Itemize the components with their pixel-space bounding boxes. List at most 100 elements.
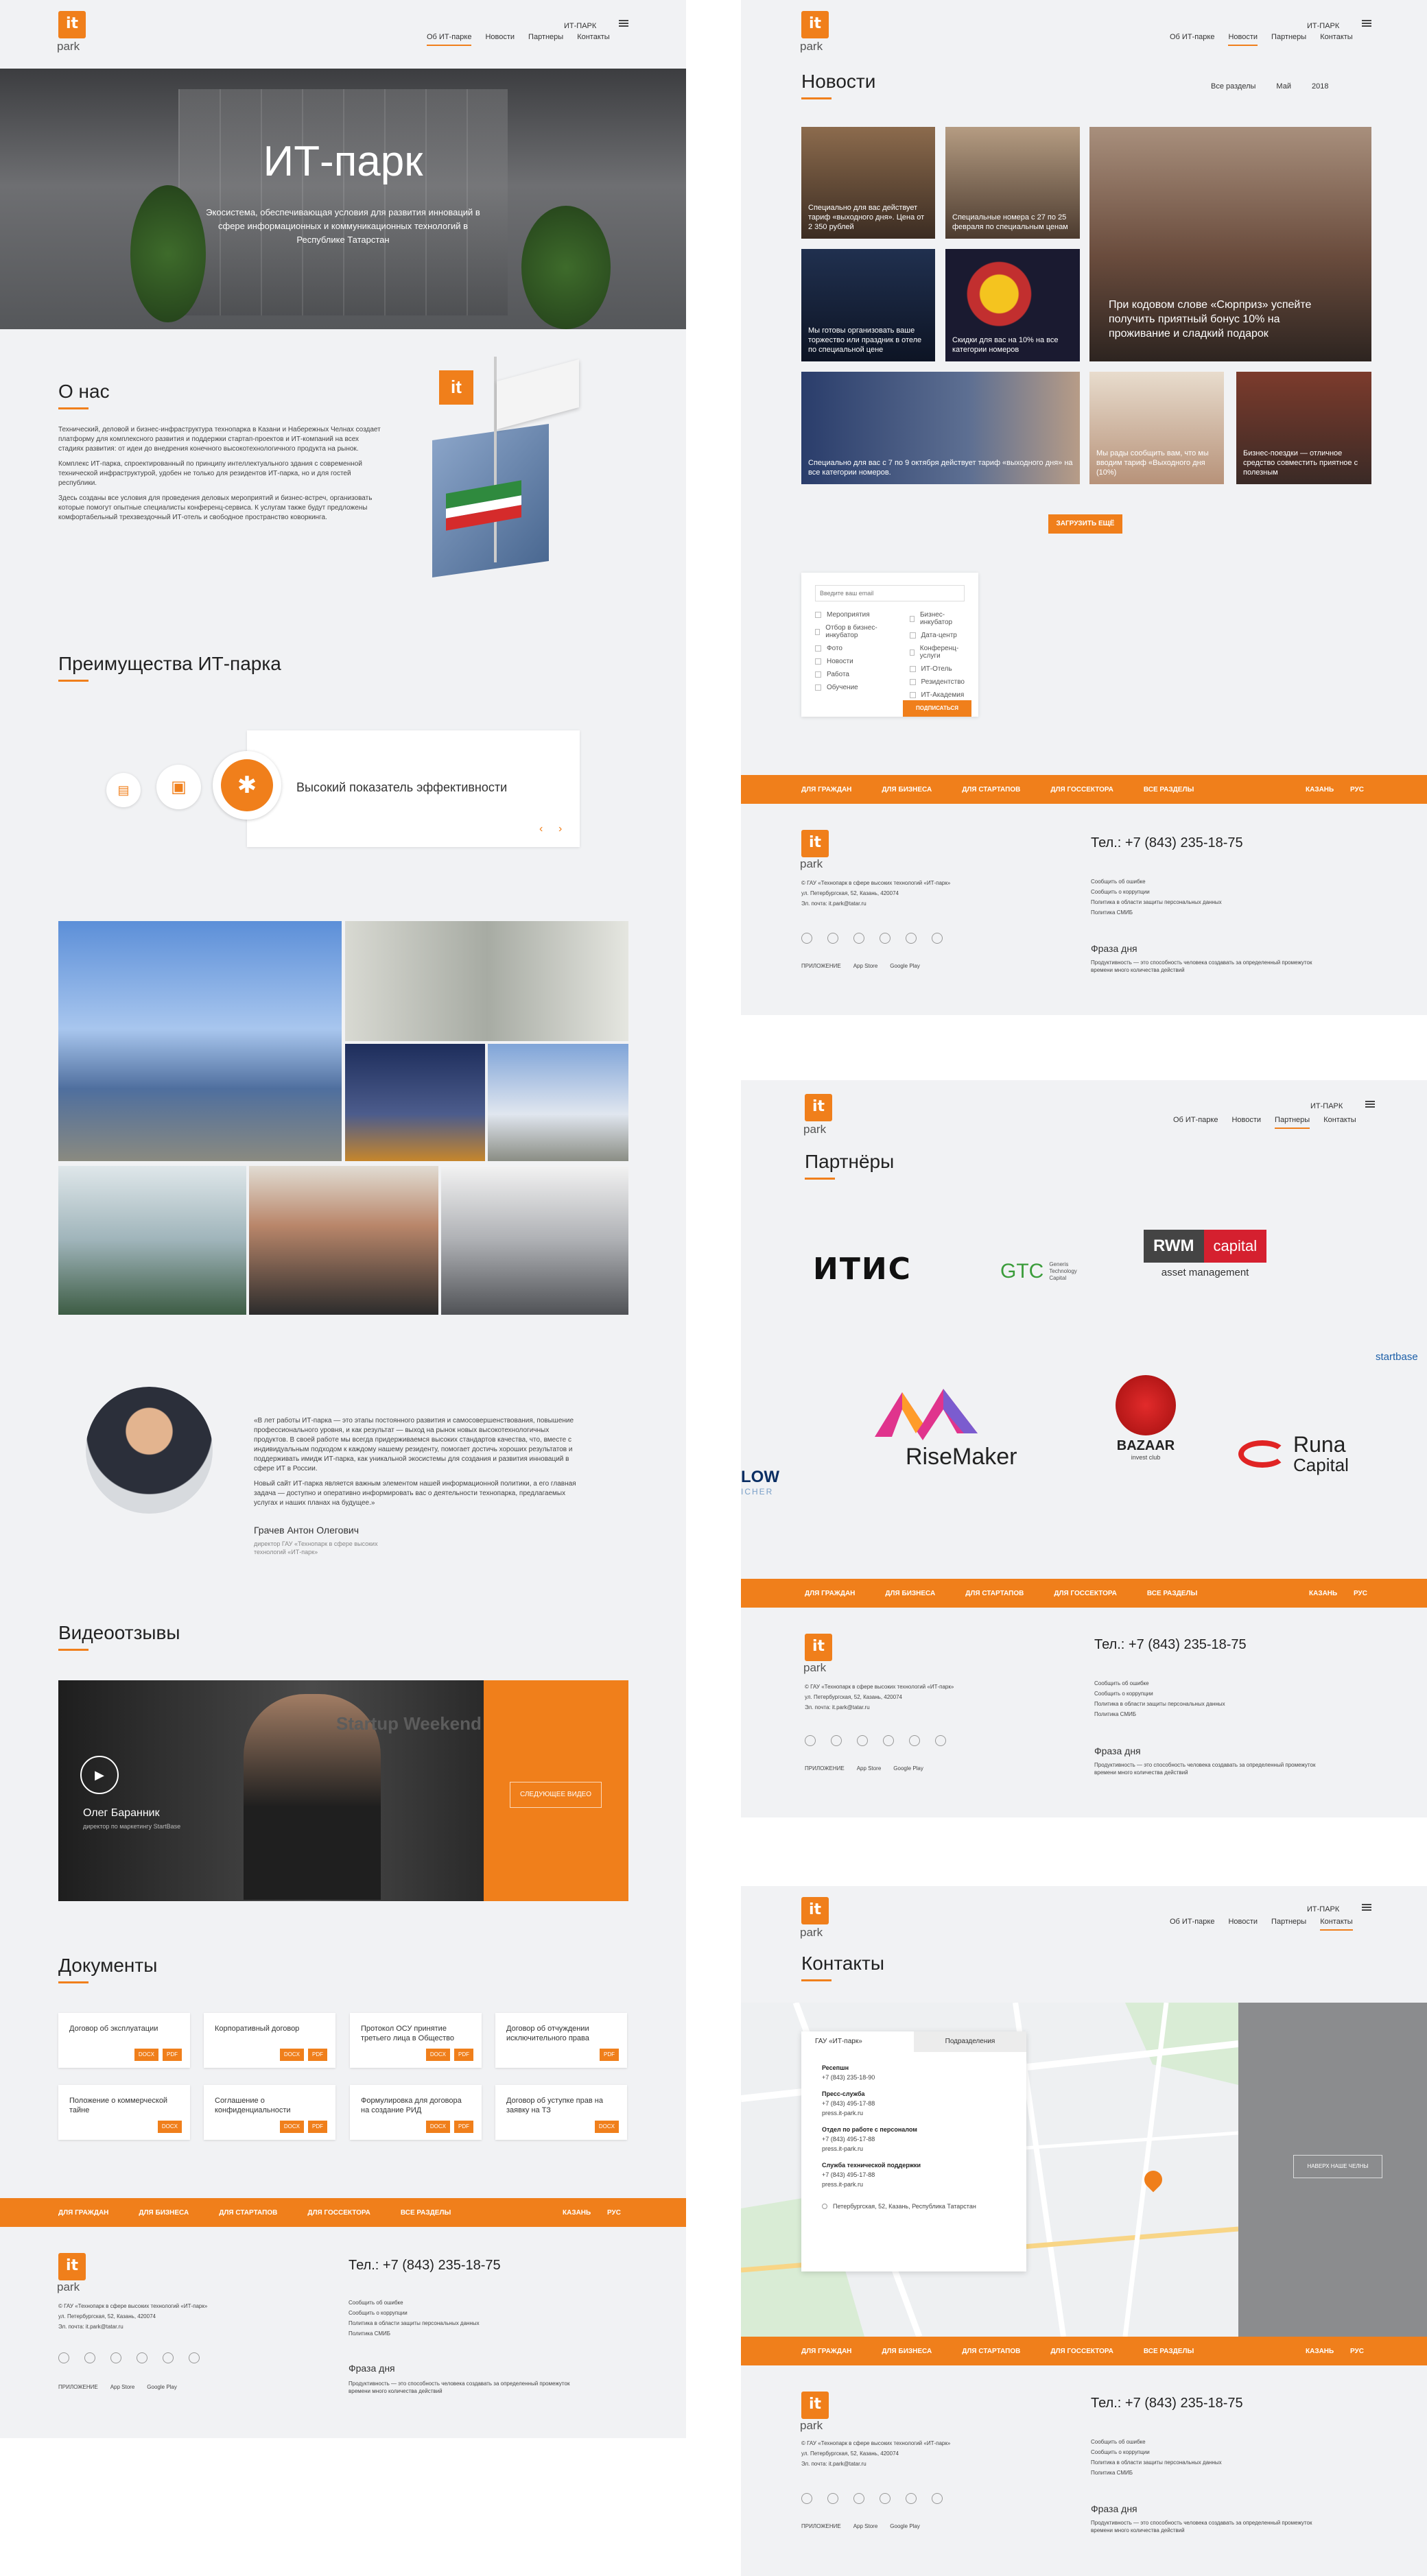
news-card[interactable]: Скидки для вас на 10% на все категории н… — [945, 249, 1080, 361]
footer-city[interactable]: КАЗАНЬ — [1306, 786, 1334, 794]
doc-tag[interactable]: DOCX — [279, 2121, 304, 2133]
google-play-link[interactable]: Google Play — [890, 2520, 920, 2533]
nav-item-partners[interactable]: Партнеры — [1275, 1116, 1310, 1129]
footer-link-policy[interactable]: Политика СМИБ — [1091, 2468, 1222, 2478]
footer-nav-business[interactable]: ДЛЯ БИЗНЕСА — [885, 1590, 935, 1597]
footer-nav-citizens[interactable]: ДЛЯ ГРАЖДАН — [805, 1590, 855, 1597]
nav-item-contacts[interactable]: Контакты — [1320, 33, 1353, 46]
facebook-icon[interactable] — [857, 1735, 868, 1746]
header-lang[interactable]: ИТ-ПАРК — [564, 22, 596, 30]
telegram-icon[interactable] — [932, 2493, 943, 2504]
hr-mail[interactable]: press.it-park.ru — [822, 2144, 1013, 2154]
footer-logo-mark[interactable]: it — [801, 2392, 829, 2419]
nav-item-about[interactable]: Об ИТ-парке — [1170, 1918, 1214, 1931]
support-mail[interactable]: press.it-park.ru — [822, 2180, 1013, 2189]
nav-item-news[interactable]: Новости — [1228, 33, 1258, 46]
partner-logo-itis[interactable]: ИТИС — [813, 1252, 912, 1287]
facebook-icon[interactable] — [110, 2352, 121, 2363]
map-nav-button[interactable]: НАВЕРХ НАШЕ ЧЕЛНЫ — [1293, 2155, 1382, 2178]
news-card[interactable]: Мы готовы организовать ваше торжество ил… — [801, 249, 935, 361]
footer-nav-business[interactable]: ДЛЯ БИЗНЕСА — [139, 2209, 189, 2217]
doc-tag[interactable]: PDF — [308, 2121, 327, 2133]
doc-tag[interactable]: PDF — [163, 2049, 182, 2061]
app-store-link[interactable]: App Store — [110, 2381, 135, 2394]
partner-logo-runa[interactable]: Runa Capital — [1238, 1433, 1349, 1475]
doc-tag[interactable]: DOCX — [425, 2121, 450, 2133]
partner-logo-gtc[interactable]: GTC Generis Technology Capital — [1000, 1260, 1083, 1283]
hr-phone[interactable]: +7 (843) 495-17-88 — [822, 2134, 1013, 2144]
footer-lang[interactable]: РУС — [1350, 786, 1364, 794]
footer-nav-citizens[interactable]: ДЛЯ ГРАЖДАН — [801, 786, 851, 794]
brain-icon[interactable]: ✱ — [213, 751, 281, 820]
subscribe-checkbox[interactable]: Дата-центр — [909, 632, 965, 639]
instagram-icon[interactable] — [801, 2493, 812, 2504]
nav-item-about[interactable]: Об ИТ-парке — [1173, 1116, 1218, 1129]
footer-link-error[interactable]: Сообщить об ошибке — [1091, 876, 1222, 887]
footer-nav-business[interactable]: ДЛЯ БИЗНЕСА — [882, 2348, 932, 2355]
gallery-photo-hall[interactable] — [345, 921, 628, 1041]
nav-item-news[interactable]: Новости — [1231, 1116, 1261, 1129]
footer-nav-all[interactable]: ВСЕ РАЗДЕЛЫ — [401, 2209, 451, 2217]
logo-mark[interactable]: it — [805, 1094, 832, 1121]
subscribe-checkbox[interactable]: Обучение — [815, 684, 889, 691]
footer-nav-all[interactable]: ВСЕ РАЗДЕЛЫ — [1147, 1590, 1197, 1597]
logo-mark[interactable]: it — [801, 11, 829, 38]
footer-email[interactable]: Эл. почта: it.park@tatar.ru — [805, 1702, 954, 1713]
nav-item-contacts[interactable]: Контакты — [1323, 1116, 1356, 1129]
doc-card[interactable]: Протокол ОСУ принятие третьего лица в Об… — [350, 2013, 482, 2068]
play-icon[interactable]: ▶ — [80, 1756, 119, 1794]
vk-icon[interactable] — [827, 933, 838, 944]
partner-logo-bazaar[interactable]: BAZAAR invest club — [1105, 1375, 1187, 1461]
nav-item-partners[interactable]: Партнеры — [528, 33, 563, 46]
nav-item-news[interactable]: Новости — [1228, 1918, 1258, 1931]
subscribe-checkbox[interactable]: Отбор в бизнес-инкубатор — [815, 624, 889, 639]
footer-nav-startups[interactable]: ДЛЯ СТАРТАПОВ — [965, 1590, 1024, 1597]
logo-mark[interactable]: it — [58, 11, 86, 38]
youtube-icon[interactable] — [883, 1735, 894, 1746]
footer-link-error[interactable]: Сообщить об ошибке — [349, 2298, 480, 2308]
footer-phone[interactable]: Тел.: +7 (843) 235-18-75 — [349, 2258, 501, 2274]
adv-icon-screen[interactable]: ▣ — [156, 765, 201, 809]
support-phone[interactable]: +7 (843) 495-17-88 — [822, 2170, 1013, 2180]
instagram-icon[interactable] — [805, 1735, 816, 1746]
telegram-icon[interactable] — [932, 933, 943, 944]
subscribe-checkbox[interactable]: Работа — [815, 671, 889, 678]
doc-tag[interactable]: PDF — [454, 2049, 473, 2061]
google-play-link[interactable]: Google Play — [890, 960, 920, 973]
adv-next-arrow[interactable]: › — [558, 823, 562, 835]
filter-section[interactable]: Все разделы — [1211, 82, 1255, 91]
subscribe-checkbox[interactable]: Бизнес-инкубатор — [909, 611, 965, 626]
partner-logo-risemaker[interactable]: RiseMaker — [868, 1385, 1039, 1481]
doc-tag[interactable]: DOCX — [425, 2049, 450, 2061]
facebook-icon[interactable] — [853, 2493, 864, 2504]
doc-tag[interactable]: DOCX — [134, 2049, 158, 2061]
twitter-icon[interactable] — [906, 2493, 917, 2504]
tab-divisions[interactable]: Подразделения — [914, 2031, 1026, 2052]
footer-phone[interactable]: Тел.: +7 (843) 235-18-75 — [1091, 2396, 1243, 2411]
nav-item-partners[interactable]: Партнеры — [1271, 33, 1306, 46]
footer-lang[interactable]: РУС — [607, 2209, 621, 2217]
doc-tag[interactable]: DOCX — [279, 2049, 304, 2061]
news-card[interactable]: Специальные номера с 27 по 25 февраля по… — [945, 127, 1080, 239]
doc-card[interactable]: Положение о коммерческой тайне DOCX — [58, 2085, 190, 2140]
footer-nav-gov[interactable]: ДЛЯ ГОССЕКТОРА — [307, 2209, 370, 2217]
instagram-icon[interactable] — [58, 2352, 69, 2363]
app-store-link[interactable]: App Store — [857, 1763, 882, 1775]
footer-email[interactable]: Эл. почта: it.park@tatar.ru — [801, 2459, 950, 2469]
footer-lang[interactable]: РУС — [1354, 1590, 1367, 1597]
doc-tag[interactable]: PDF — [600, 2049, 619, 2061]
gallery-photo-building[interactable] — [58, 921, 342, 1161]
header-lang[interactable]: ИТ-ПАРК — [1307, 22, 1339, 30]
partner-logo-flow[interactable]: LOW ICHER — [741, 1468, 779, 1496]
news-card[interactable]: Бизнес-поездки — отличное средство совме… — [1236, 372, 1371, 484]
footer-logo-mark[interactable]: it — [805, 1634, 832, 1661]
footer-link-policy[interactable]: Политика СМИБ — [349, 2328, 480, 2339]
subscribe-checkbox[interactable]: ИТ-Отель — [909, 665, 965, 673]
gallery-photo-lobby[interactable] — [58, 1166, 246, 1315]
footer-link-error[interactable]: Сообщить об ошибке — [1091, 2437, 1222, 2447]
menu-icon[interactable] — [619, 20, 628, 27]
footer-link-policy[interactable]: Политика СМИБ — [1094, 1709, 1225, 1719]
telegram-icon[interactable] — [935, 1735, 946, 1746]
partner-logo-rwm[interactable]: RWM capital asset management — [1144, 1230, 1267, 1278]
footer-link-corruption[interactable]: Сообщить о коррупции — [349, 2308, 480, 2318]
